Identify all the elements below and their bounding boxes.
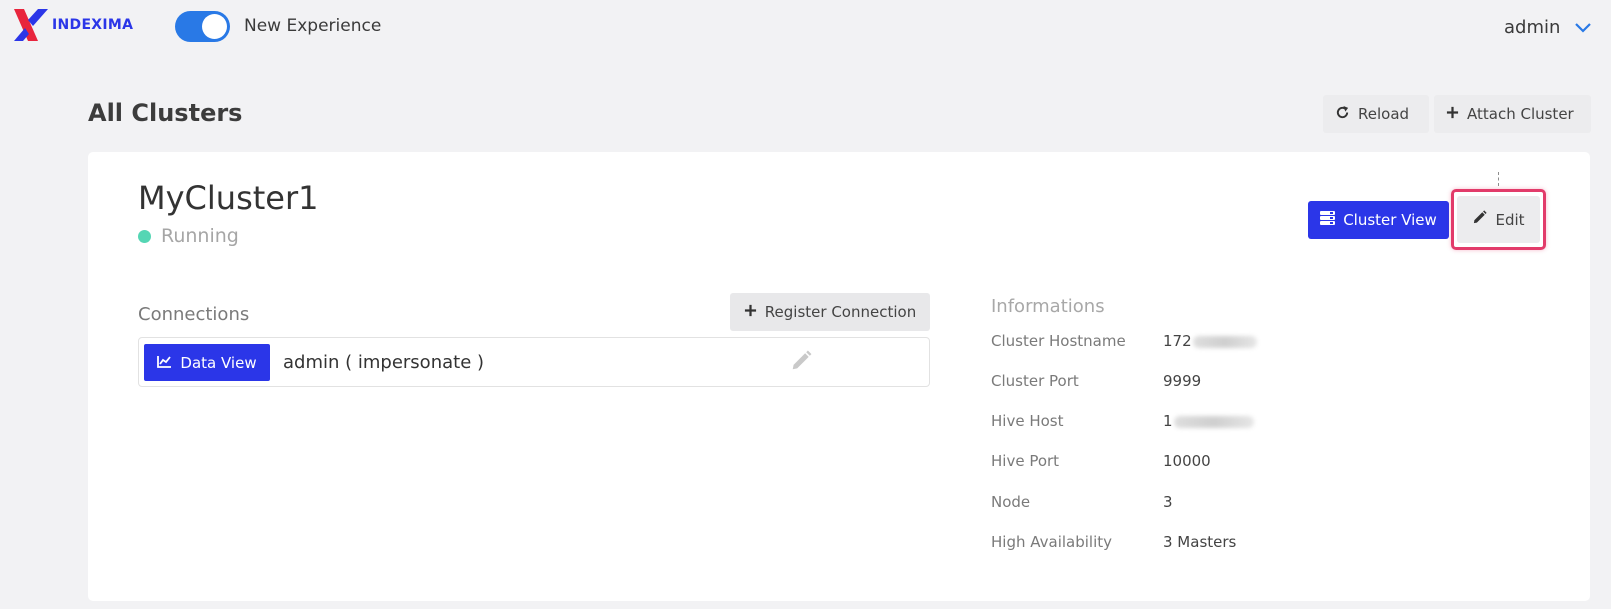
- pencil-icon: [1472, 210, 1488, 229]
- redacted-value: [1192, 335, 1257, 348]
- info-value: 3 Masters: [1163, 533, 1237, 551]
- info-label: High Availability: [991, 533, 1113, 551]
- logo[interactable]: INDEXIMA: [13, 8, 133, 42]
- info-row-cluster-hostname: Cluster Hostname 172: [991, 332, 1257, 350]
- top-bar: INDEXIMA New Experience admin: [0, 0, 1611, 54]
- register-connection-button[interactable]: Register Connection: [730, 293, 930, 331]
- status-text: Running: [161, 225, 239, 247]
- cluster-name: MyCluster1: [138, 179, 319, 217]
- informations-title: Informations: [991, 296, 1105, 317]
- plus-icon: [1446, 105, 1459, 123]
- register-connection-label: Register Connection: [764, 303, 917, 321]
- reload-icon: [1335, 105, 1350, 124]
- reload-label: Reload: [1358, 105, 1410, 123]
- info-value: 3: [1163, 493, 1173, 511]
- toggle-knob: [202, 14, 227, 39]
- data-view-button[interactable]: Data View: [144, 344, 270, 381]
- cluster-view-button[interactable]: Cluster View: [1308, 201, 1449, 239]
- info-value: 1: [1163, 412, 1254, 430]
- info-value-text: 172: [1163, 332, 1192, 350]
- info-label: Cluster Port: [991, 372, 1079, 390]
- page-title: All Clusters: [88, 99, 243, 127]
- info-row-hive-host: Hive Host 1: [991, 412, 1254, 430]
- info-label: Hive Host: [991, 412, 1064, 430]
- cluster-view-label: Cluster View: [1343, 211, 1437, 229]
- chevron-down-icon: [1574, 19, 1592, 38]
- info-label: Node: [991, 493, 1031, 511]
- user-name: admin: [1504, 17, 1561, 38]
- edit-cluster-button[interactable]: Edit: [1451, 189, 1546, 250]
- info-row-node: Node 3: [991, 493, 1173, 511]
- edit-guide-line: [1498, 172, 1499, 186]
- status-dot: [138, 229, 151, 243]
- reload-button[interactable]: Reload: [1323, 95, 1429, 133]
- info-row-hive-port: Hive Port 10000: [991, 452, 1211, 470]
- info-label: Hive Port: [991, 452, 1060, 470]
- data-view-label: Data View: [180, 353, 257, 372]
- info-row-cluster-port: Cluster Port 9999: [991, 372, 1201, 390]
- connection-user: admin ( impersonate ): [283, 352, 485, 373]
- plus-icon: [744, 303, 757, 321]
- redacted-value: [1173, 415, 1254, 428]
- info-row-high-availability: High Availability 3 Masters: [991, 533, 1236, 551]
- info-value: 172: [1163, 332, 1257, 350]
- info-value: 10000: [1163, 452, 1211, 470]
- connections-title: Connections: [138, 304, 250, 325]
- toggle-label: New Experience: [244, 16, 382, 36]
- info-value-text: 1: [1163, 412, 1173, 430]
- attach-cluster-button[interactable]: Attach Cluster: [1434, 95, 1591, 133]
- edit-button-inner: Edit: [1457, 196, 1540, 243]
- logo-icon: [13, 8, 51, 42]
- chart-line-icon: [157, 354, 172, 372]
- new-experience-toggle[interactable]: [175, 11, 230, 42]
- logo-text: INDEXIMA: [52, 17, 134, 33]
- info-label: Cluster Hostname: [991, 332, 1126, 350]
- connection-row: Data View admin ( impersonate ): [138, 337, 930, 387]
- server-stack-icon: [1320, 211, 1336, 229]
- attach-cluster-label: Attach Cluster: [1467, 105, 1574, 123]
- info-value: 9999: [1163, 372, 1202, 390]
- user-menu[interactable]: admin: [1504, 17, 1592, 38]
- cluster-status: Running: [138, 225, 239, 247]
- cluster-card: MyCluster1 Running Cluster View Edit Con…: [88, 152, 1590, 601]
- edit-label: Edit: [1495, 210, 1525, 229]
- pencil-icon[interactable]: [790, 350, 812, 376]
